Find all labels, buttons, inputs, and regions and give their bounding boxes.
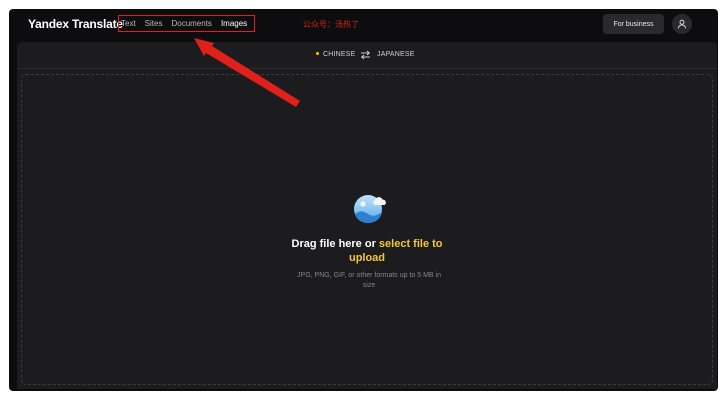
app-logo[interactable]: Yandex Translate (28, 17, 123, 31)
language-bar: CHINESE JAPANESE (17, 42, 717, 69)
select-file-link-cont[interactable]: upload (22, 251, 712, 265)
tab-sites[interactable]: Sites (145, 19, 163, 28)
for-business-button[interactable]: For business (603, 14, 664, 34)
image-upload-icon (354, 195, 386, 223)
select-file-link[interactable]: select file to (379, 238, 443, 250)
nav-tabs: Text Sites Documents Images (118, 15, 255, 32)
app-window: Yandex Translate Text Sites Documents Im… (9, 9, 718, 391)
file-format-hint: JPG, PNG, GIF, or other formats up to 5 … (294, 271, 444, 291)
user-icon (677, 19, 687, 29)
selected-dot-icon (316, 52, 319, 56)
drag-drop-prompt: Drag file here or select file to upload (22, 237, 712, 265)
header: Yandex Translate Text Sites Documents Im… (9, 9, 718, 41)
source-language-label: CHINESE (323, 51, 356, 58)
tab-images[interactable]: Images (221, 19, 247, 28)
tab-documents[interactable]: Documents (171, 19, 211, 28)
drag-prompt-text: Drag file here or (291, 238, 379, 250)
tab-text[interactable]: Text (121, 19, 136, 28)
hint-line-2: size (362, 282, 376, 289)
swap-arrows-icon[interactable] (360, 50, 371, 60)
hint-line-1: JPG, PNG, GIF, or other formats up to 5 … (297, 272, 441, 279)
translate-panel: CHINESE JAPANESE Drag file here or selec… (17, 42, 717, 389)
file-dropzone[interactable]: Drag file here or select file to upload … (21, 74, 713, 385)
source-language-selector[interactable]: CHINESE (316, 51, 356, 58)
target-language-label: JAPANESE (377, 51, 415, 58)
target-language-selector[interactable]: JAPANESE (377, 51, 415, 58)
watermark-text: 公众号：汤热了 (303, 20, 359, 29)
user-account-button[interactable] (672, 14, 692, 34)
